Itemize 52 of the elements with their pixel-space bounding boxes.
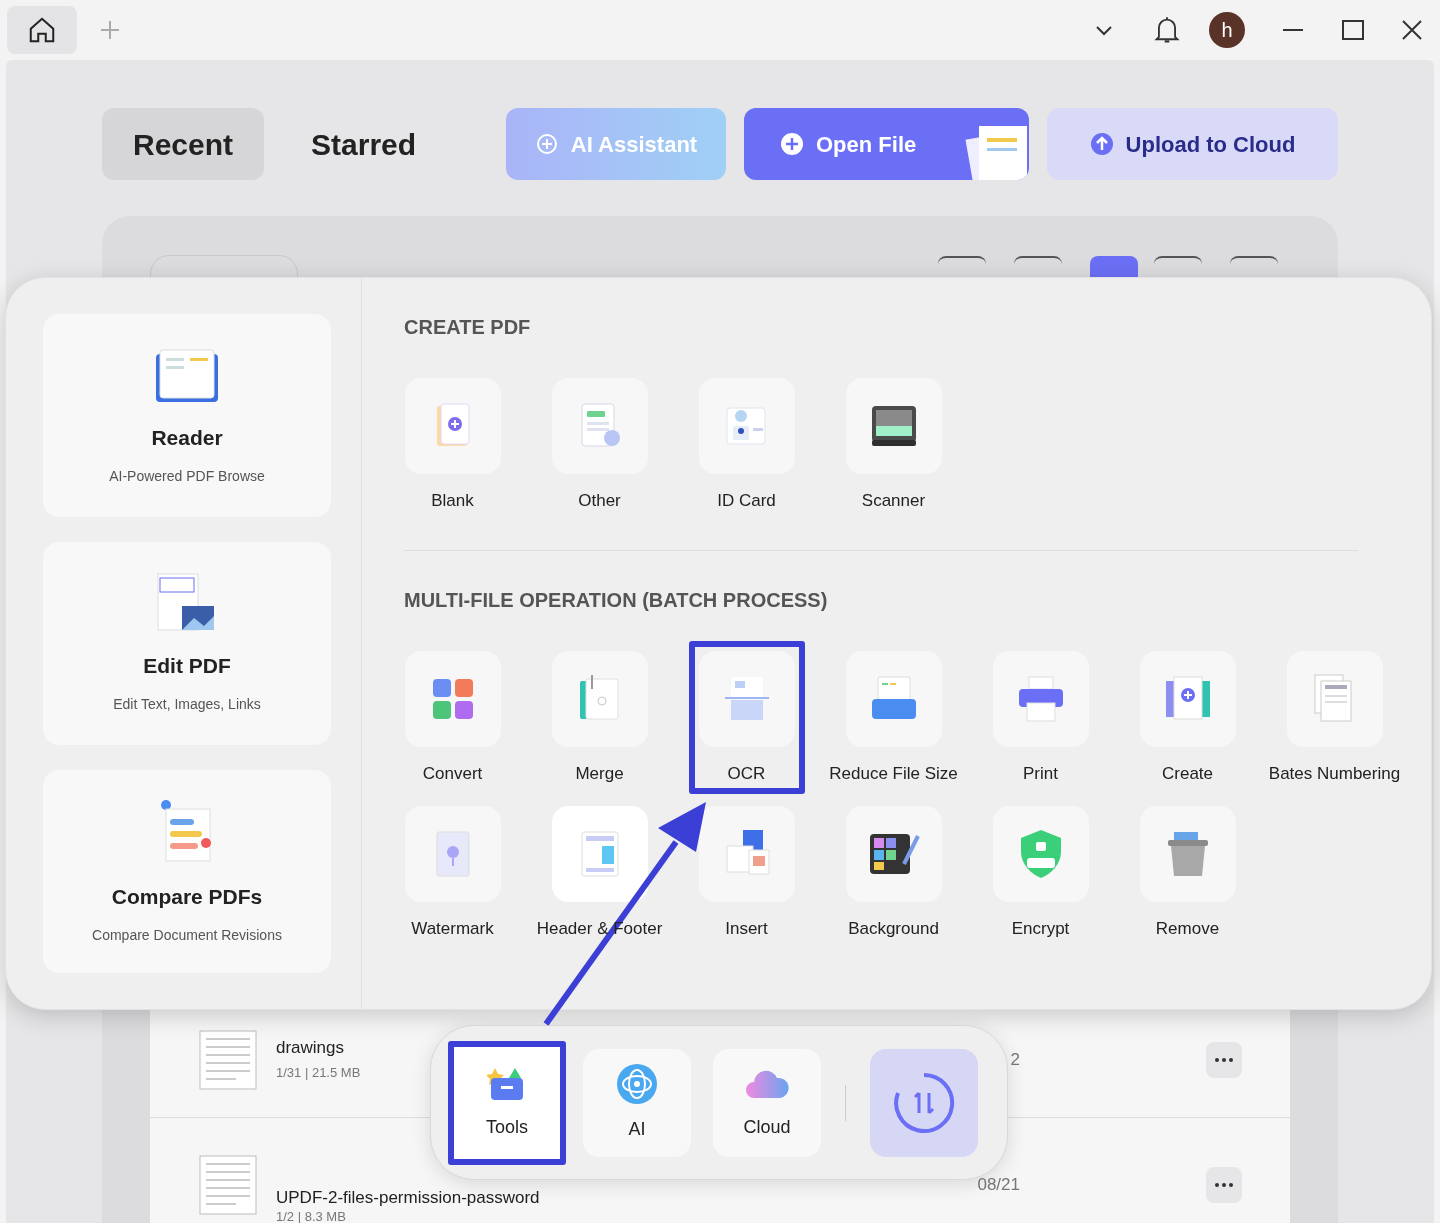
sync-icon bbox=[892, 1070, 956, 1135]
file-date: 08/21 bbox=[977, 1174, 1020, 1197]
section-heading: MULTI-FILE OPERATION (BATCH PROCESS) bbox=[404, 587, 829, 613]
maximize-icon[interactable] bbox=[1341, 18, 1365, 42]
tool-button[interactable]: Remove bbox=[1129, 796, 1246, 950]
tool-button[interactable]: Merge bbox=[541, 640, 658, 794]
tool-button[interactable]: Header & Footer bbox=[526, 796, 673, 950]
dock-item[interactable]: Cloud bbox=[713, 1048, 821, 1157]
sync-button[interactable] bbox=[870, 1048, 978, 1157]
sparkle-orb-icon bbox=[615, 1062, 659, 1106]
section-heading: CREATE PDF bbox=[404, 315, 532, 340]
action-button[interactable]: Open File bbox=[744, 108, 1029, 180]
more-button[interactable] bbox=[1206, 1042, 1242, 1078]
tool-button[interactable]: Other bbox=[541, 368, 658, 522]
close-icon[interactable] bbox=[1401, 19, 1423, 41]
home-tab[interactable] bbox=[7, 6, 77, 54]
tool-button[interactable]: Watermark bbox=[394, 796, 511, 950]
mode-card[interactable]: Edit PDF Edit Text, Images, Links bbox=[43, 542, 331, 745]
file-thumbnail bbox=[198, 1029, 258, 1091]
file-date: 2 bbox=[1010, 1049, 1020, 1072]
tool-button[interactable]: ID Card bbox=[688, 368, 805, 522]
nav-tab[interactable]: Starred bbox=[280, 108, 448, 180]
tool-button[interactable]: Create bbox=[1129, 640, 1246, 794]
file-meta: 1/2 | 8.3 MB bbox=[276, 1209, 347, 1223]
file-name[interactable]: UPDF-2-files-permission-password bbox=[276, 1189, 540, 1207]
nav-tab[interactable]: Recent bbox=[102, 108, 265, 180]
tool-button[interactable]: Blank bbox=[394, 368, 511, 522]
tool-button[interactable]: Encrypt bbox=[982, 796, 1099, 950]
tool-button[interactable]: Bates Numbering bbox=[1258, 640, 1411, 794]
tool-button[interactable]: Print bbox=[982, 640, 1099, 794]
plus-circle-icon bbox=[780, 132, 804, 156]
dock-item[interactable]: AI bbox=[583, 1048, 691, 1157]
avatar[interactable]: h bbox=[1209, 12, 1245, 48]
mode-card[interactable]: Compare PDFs Compare Document Revisions bbox=[43, 770, 331, 973]
tool-button[interactable]: Reduce File Size bbox=[819, 640, 968, 794]
file-name[interactable]: drawings bbox=[276, 1039, 361, 1057]
mode-card[interactable]: Reader AI-Powered PDF Browse bbox=[43, 314, 331, 517]
more-icon bbox=[1215, 1183, 1233, 1187]
more-button[interactable] bbox=[1206, 1167, 1242, 1203]
more-icon bbox=[1215, 1058, 1233, 1062]
bell-icon[interactable] bbox=[1153, 15, 1181, 45]
dock-item[interactable]: Tools bbox=[448, 1040, 566, 1165]
action-button[interactable]: Upload to Cloud bbox=[1047, 108, 1338, 180]
tool-button[interactable]: OCR bbox=[688, 640, 805, 794]
file-thumbnail bbox=[198, 1154, 258, 1216]
home-icon bbox=[27, 15, 57, 45]
file-meta: 1/31 | 21.5 MB bbox=[276, 1065, 361, 1081]
upload-icon bbox=[1089, 132, 1114, 156]
tool-button[interactable]: Insert bbox=[688, 796, 805, 950]
tool-button[interactable]: Scanner bbox=[835, 368, 952, 522]
tool-button[interactable]: Background bbox=[835, 796, 952, 950]
tool-button[interactable]: Convert bbox=[394, 640, 511, 794]
